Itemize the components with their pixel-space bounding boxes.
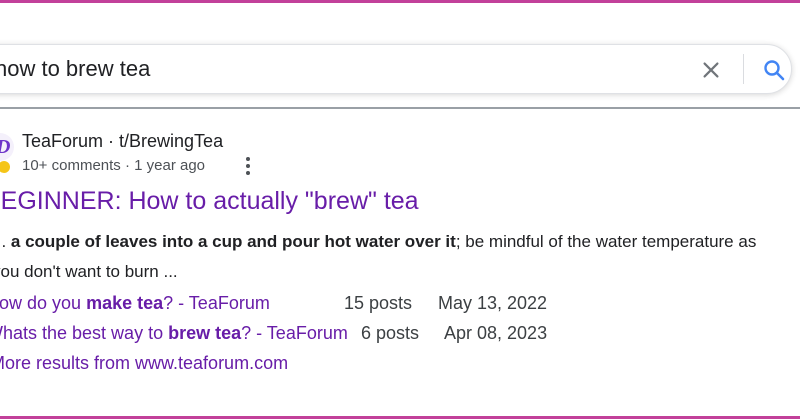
search-box-divider: [743, 54, 744, 84]
search-header: [0, 6, 800, 106]
search-result: D TeaForum · t/BrewingTea 10+ comments ·…: [0, 109, 800, 414]
snippet-line-1: ... a couple of leaves into a cup and po…: [0, 227, 800, 257]
result-title-link[interactable]: BEGINNER: How to actually "brew" tea: [0, 187, 419, 216]
sitelink-suffix: ? - TeaForum: [241, 323, 348, 343]
result-site-name[interactable]: TeaForum · t/BrewingTea: [22, 131, 223, 152]
search-button[interactable]: [761, 57, 787, 83]
sitelink-row: Whats the best way to brew tea? - TeaFor…: [0, 319, 800, 349]
search-box[interactable]: [0, 44, 792, 94]
sitelink-text: How do you: [0, 293, 82, 313]
snippet-highlight: a couple of leaves into a cup and pour h…: [10, 232, 456, 251]
snippet-lead: ...: [0, 232, 7, 251]
sitelink-bold: brew tea: [168, 323, 242, 343]
sitelink-date: May 13, 2022: [438, 293, 548, 313]
screenshot-frame: D TeaForum · t/BrewingTea 10+ comments ·…: [0, 0, 800, 419]
more-results-link[interactable]: More results from www.teaforum.com: [0, 353, 288, 374]
favicon-badge-icon: [0, 161, 10, 173]
close-icon: [703, 62, 719, 78]
search-icon: [764, 60, 785, 81]
favicon-letter-icon: D: [0, 136, 10, 159]
sitelink-date: Apr 08, 2023: [444, 323, 548, 343]
result-meta: 10+ comments · 1 year ago: [22, 157, 206, 174]
sitelink-link[interactable]: How do you make tea? - TeaForum: [0, 293, 270, 314]
sitelink-posts: 6 posts: [361, 323, 420, 343]
sitelink-bold: make tea: [86, 293, 164, 313]
sitelink-suffix: ? - TeaForum: [163, 293, 270, 313]
more-options-button[interactable]: [238, 155, 258, 177]
sitelink-posts: 15 posts: [344, 293, 413, 313]
snippet-line-2: you don't want to burn ...: [0, 262, 178, 281]
search-input[interactable]: [0, 55, 635, 83]
clear-search-button[interactable]: [698, 57, 724, 83]
more-vert-icon: [246, 157, 250, 175]
result-snippet: ... a couple of leaves into a cup and po…: [0, 227, 800, 287]
sitelinks: How do you make tea? - TeaForum 15 posts…: [0, 289, 800, 349]
sitelink-text: Whats the best way to: [0, 323, 169, 343]
sitelink-row: How do you make tea? - TeaForum 15 posts…: [0, 289, 800, 319]
sitelink-link[interactable]: Whats the best way to brew tea? - TeaFor…: [0, 323, 348, 344]
snippet-rest: ; be mindful of the water temperature as: [455, 232, 757, 251]
site-favicon: D: [0, 133, 14, 161]
